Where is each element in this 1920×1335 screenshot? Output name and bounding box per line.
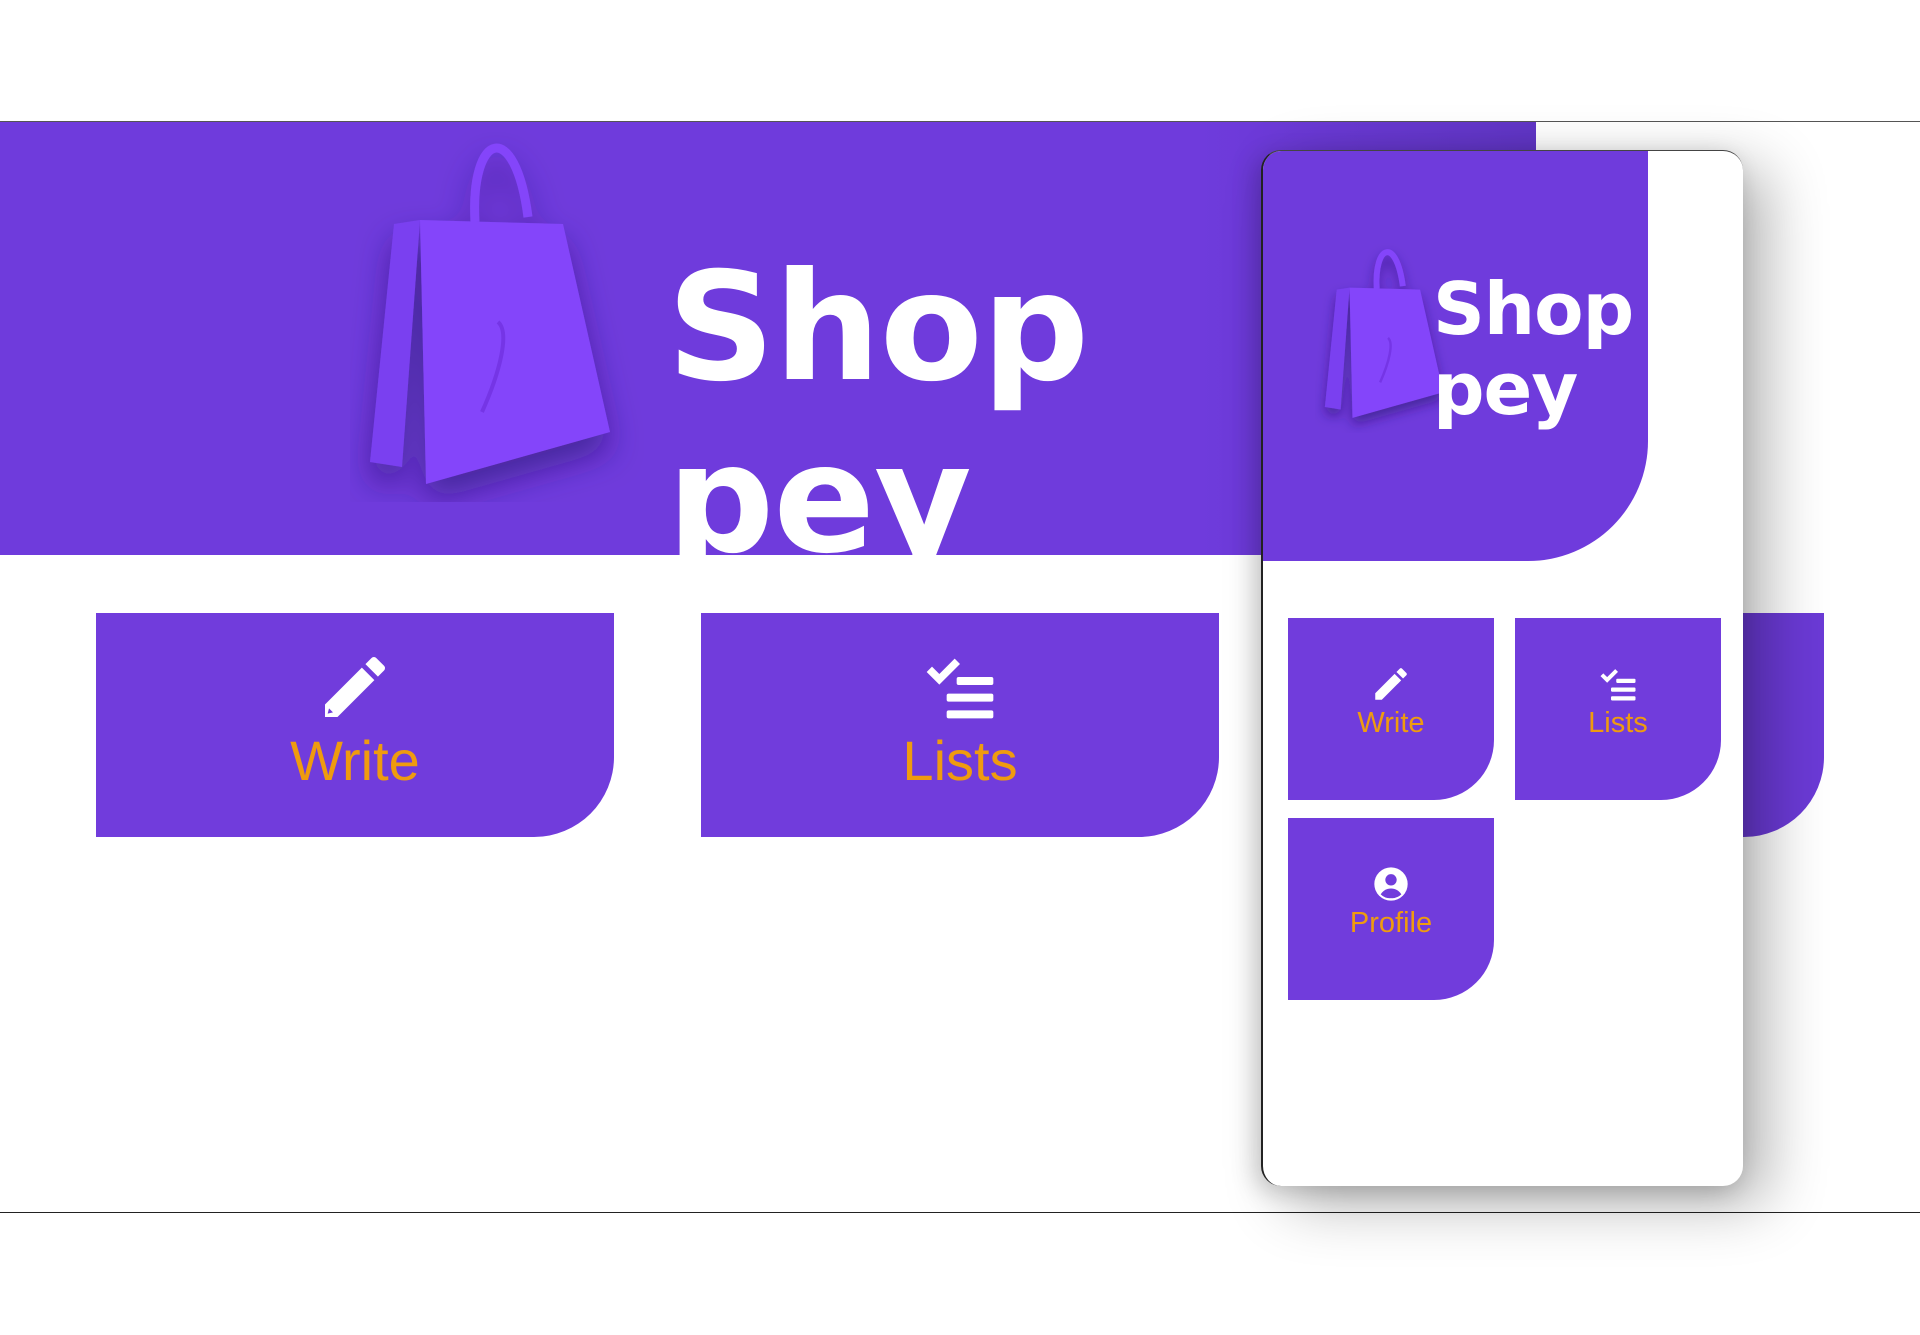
pencil-icon (1370, 664, 1412, 704)
checklist-icon (1597, 664, 1639, 704)
write-label: Write (1357, 707, 1425, 739)
pencil-icon (315, 647, 395, 727)
mobile-hero-banner: Shop pey (1263, 151, 1648, 561)
account-circle-icon (1371, 864, 1411, 904)
write-label: Write (290, 729, 420, 792)
brand-title: Shop pey (667, 241, 1089, 587)
lists-label: Lists (902, 729, 1018, 792)
profile-label: Profile (1349, 907, 1433, 939)
mobile-preview: Shop pey Write Lists Profile (1261, 150, 1743, 1186)
shopping-bag-icon (370, 143, 610, 484)
lists-button[interactable]: Lists (701, 613, 1219, 837)
lists-button[interactable]: Lists (1515, 618, 1721, 800)
brand-title: Shop pey (1433, 267, 1634, 431)
lists-label: Lists (1588, 707, 1648, 739)
profile-button[interactable]: Profile (1288, 818, 1494, 1000)
write-button[interactable]: Write (1288, 618, 1494, 800)
checklist-icon (920, 647, 1000, 727)
write-button[interactable]: Write (96, 613, 614, 837)
